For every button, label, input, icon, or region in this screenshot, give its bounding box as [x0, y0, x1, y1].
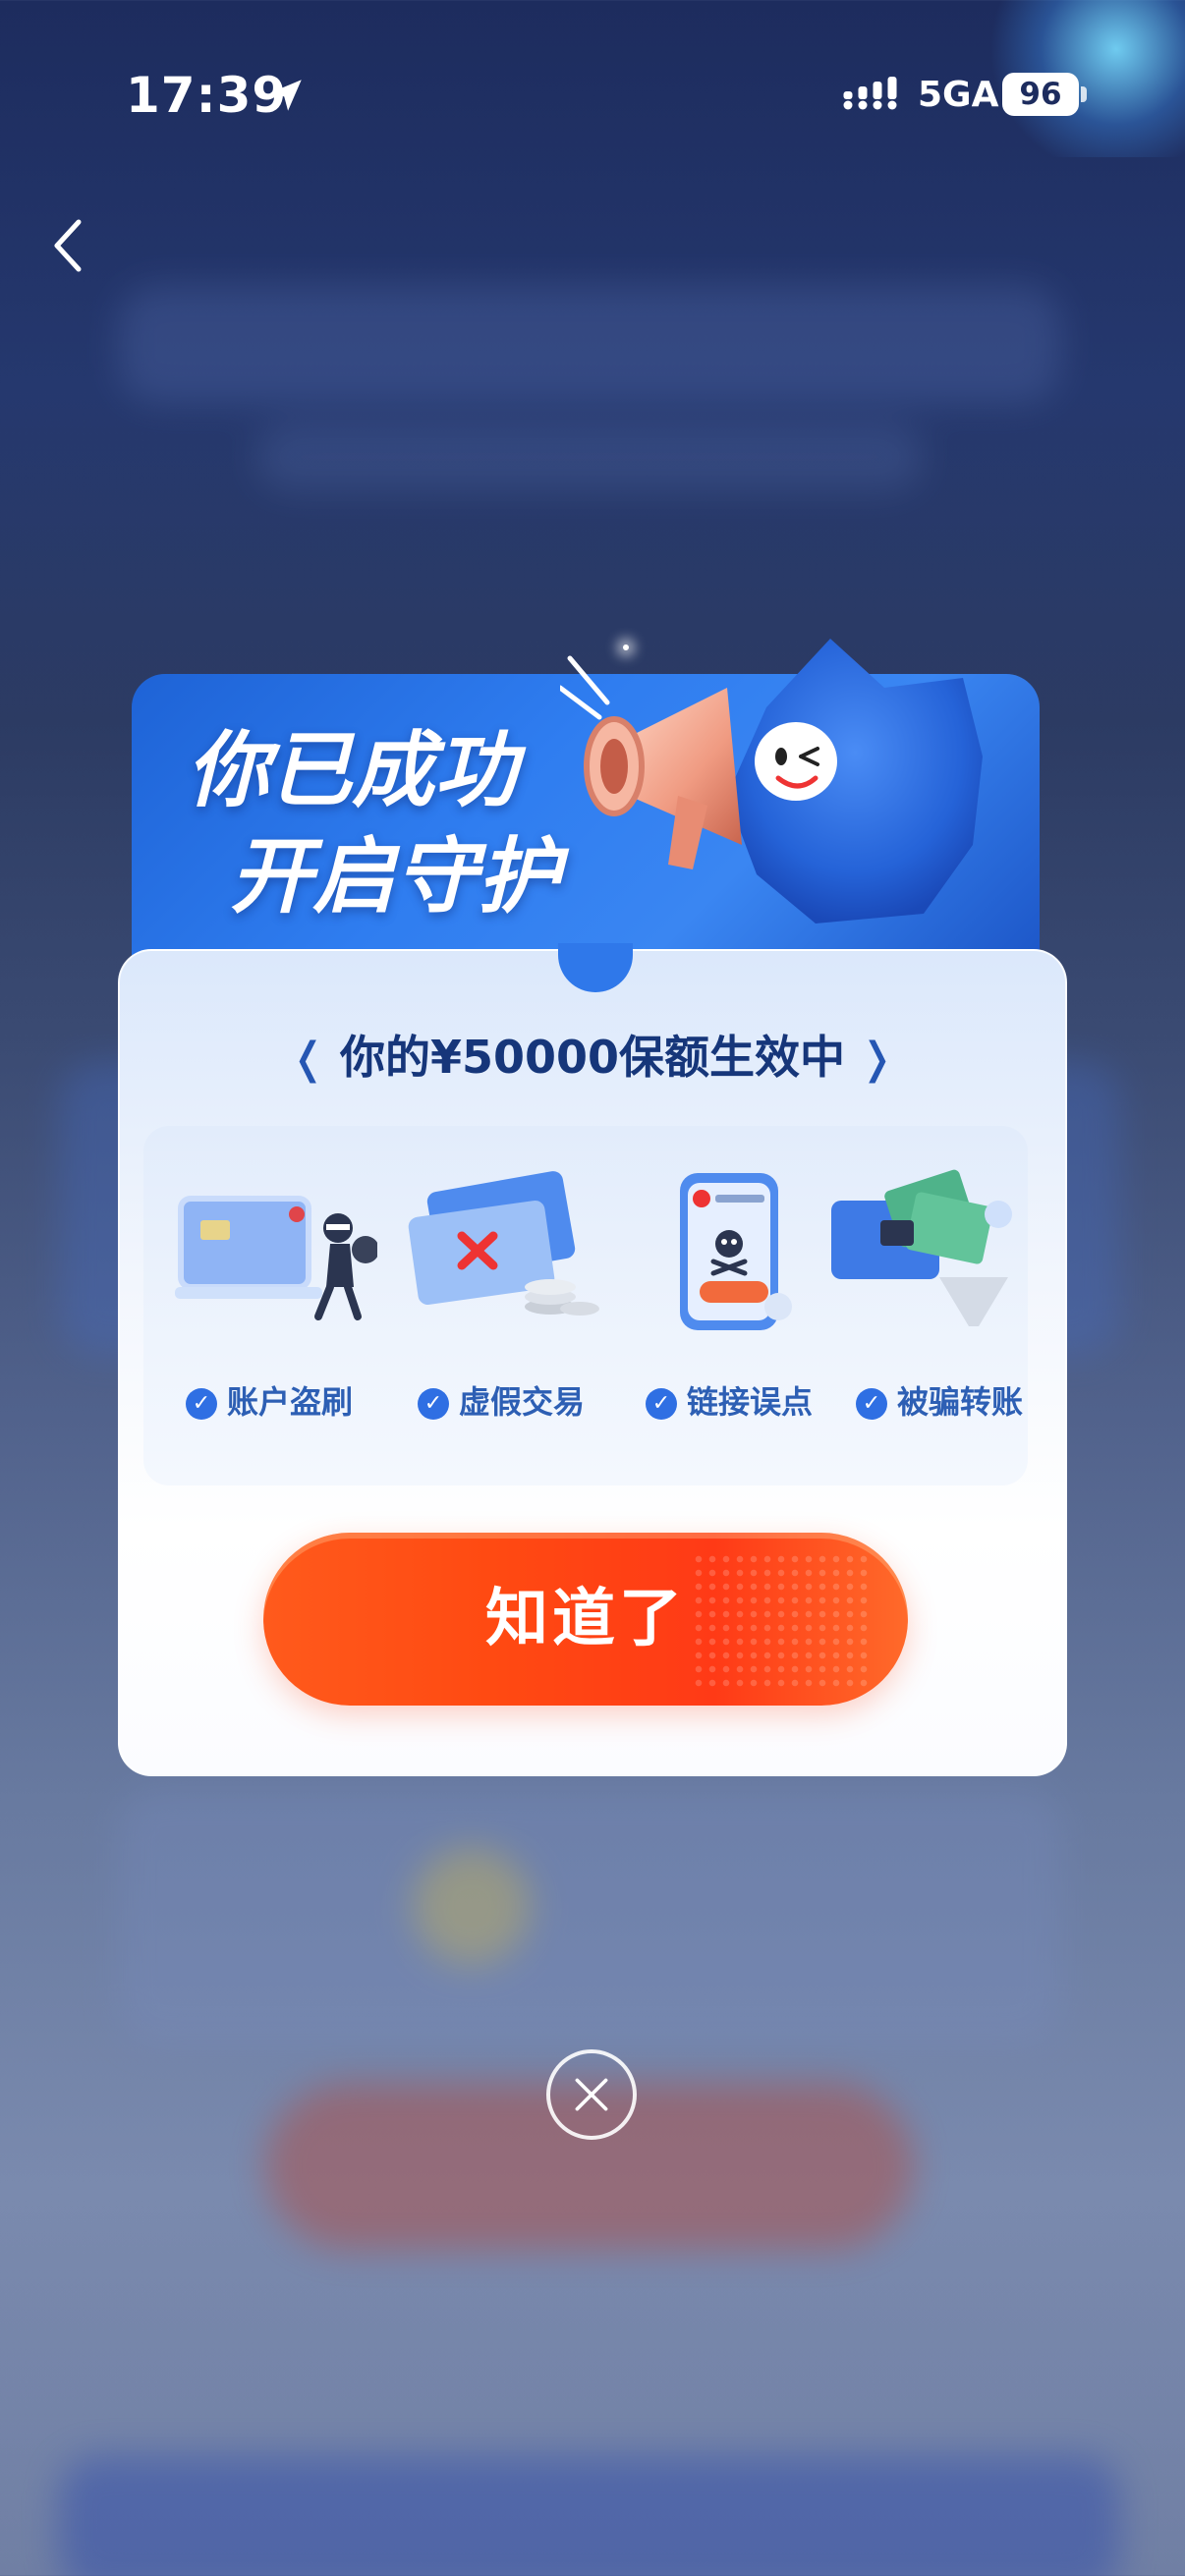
check-icon: ✓	[417, 1388, 449, 1420]
risk-label: ✓ 链接误点	[621, 1377, 837, 1423]
ok-button-label: 知道了	[485, 1583, 686, 1655]
risk-item: ✓ 链接误点	[621, 1159, 837, 1454]
risk-item: ✓ 账户盗刷	[161, 1159, 377, 1454]
risk-item: ✓ 虚假交易	[393, 1159, 609, 1454]
check-icon: ✓	[855, 1388, 887, 1420]
network-type: 5GA	[918, 75, 999, 115]
dialog-title-line2: 开启守护	[230, 828, 561, 924]
check-icon: ✓	[645, 1388, 677, 1420]
check-icon: ✓	[185, 1388, 217, 1420]
close-icon	[575, 2078, 608, 2111]
bracket-right-icon: ❭	[859, 1034, 895, 1084]
fake-card-icon	[408, 1171, 599, 1316]
risk-label: ✓ 账户盗刷	[161, 1377, 377, 1423]
mascot-megaphone-icon	[560, 639, 983, 924]
location-arrow-icon	[270, 80, 302, 111]
card-thief-icon	[175, 1196, 377, 1320]
risk-label: ✓ 虚假交易	[393, 1377, 609, 1423]
phone-skull-icon	[680, 1173, 792, 1330]
status-bar: 17:39 5GA 96	[0, 0, 1185, 147]
status-time: 17:39	[126, 67, 288, 124]
coverage-banner: ❬ 你的¥50000保额生效中 ❭	[0, 1022, 1185, 1087]
risk-label: ✓ 被骗转账	[831, 1377, 1047, 1423]
back-button[interactable]	[39, 206, 98, 285]
coverage-text: 你的¥50000保额生效中	[339, 1031, 846, 1084]
battery-tip	[1081, 86, 1087, 102]
battery-level: 96	[1002, 73, 1079, 116]
risk-item: ✓ 被骗转账	[831, 1159, 1047, 1454]
dialog-title-line1: 你已成功	[187, 722, 518, 818]
button-dot-pattern	[692, 1552, 869, 1690]
close-button[interactable]	[546, 2049, 637, 2140]
bracket-left-icon: ❬	[290, 1034, 326, 1084]
fraud-money-icon	[831, 1169, 1012, 1326]
ok-button[interactable]: 知道了	[263, 1533, 908, 1706]
signal-icon	[843, 77, 897, 110]
dialog-title: 你已成功 开启守护	[187, 717, 560, 929]
